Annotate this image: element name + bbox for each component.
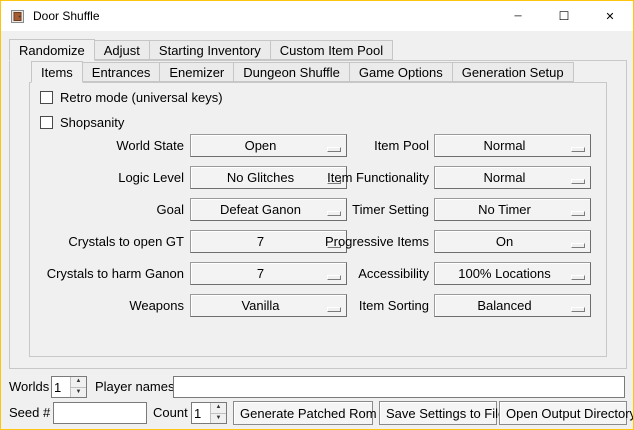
titlebar: Door Shuffle ─ ☐ ✕	[1, 1, 633, 31]
checkbox-label: Shopsanity	[60, 115, 124, 130]
dropdown-indicator	[571, 179, 585, 184]
item-pool-label: Item Pool	[312, 138, 429, 153]
main-tabbar: Randomize Adjust Starting Inventory Cust…	[9, 39, 392, 61]
timer-setting-label: Timer Setting	[312, 202, 429, 217]
tab-game-options[interactable]: Game Options	[349, 62, 453, 82]
dropdown-indicator	[571, 275, 585, 280]
spin-down-icon: ▼	[216, 415, 222, 421]
accessibility-dropdown[interactable]: 100% Locations	[434, 262, 591, 285]
tab-starting-inventory[interactable]: Starting Inventory	[149, 40, 271, 60]
tab-dungeon-shuffle[interactable]: Dungeon Shuffle	[233, 62, 350, 82]
item-functionality-dropdown[interactable]: Normal	[434, 166, 591, 189]
accessibility-label: Accessibility	[312, 266, 429, 281]
item-pool-dropdown[interactable]: Normal	[434, 134, 591, 157]
dropdown-indicator	[571, 243, 585, 248]
item-sorting-label: Item Sorting	[312, 298, 429, 313]
tab-adjust[interactable]: Adjust	[94, 40, 150, 60]
weapons-label: Weapons	[38, 298, 184, 313]
maximize-icon: ☐	[559, 9, 570, 23]
seed-input[interactable]	[53, 402, 147, 424]
worlds-input[interactable]	[52, 377, 70, 397]
spin-down-icon: ▼	[76, 389, 82, 395]
player-names-input[interactable]	[173, 376, 625, 398]
dropdown-value: On	[435, 231, 590, 252]
tab-enemizer[interactable]: Enemizer	[159, 62, 234, 82]
checkbox-box	[40, 91, 53, 104]
minimize-icon: ─	[514, 11, 521, 22]
close-icon: ✕	[605, 10, 614, 23]
spin-up-icon: ▲	[216, 404, 222, 410]
spin-up-icon: ▲	[76, 378, 82, 384]
close-button[interactable]: ✕	[587, 1, 633, 31]
worlds-label: Worlds	[9, 379, 49, 394]
logic-level-label: Logic Level	[38, 170, 184, 185]
worlds-spinbox: ▲ ▼	[51, 376, 87, 398]
dropdown-value: Normal	[435, 135, 590, 156]
dropdown-indicator	[571, 307, 585, 312]
worlds-spin-arrows: ▲ ▼	[70, 377, 86, 397]
sub-tabbar: Items Entrances Enemizer Dungeon Shuffle…	[31, 61, 573, 83]
tab-custom-item-pool[interactable]: Custom Item Pool	[270, 40, 393, 60]
dropdown-value: Balanced	[435, 295, 590, 316]
dropdown-value: 100% Locations	[435, 263, 590, 284]
spin-down-button[interactable]: ▼	[211, 414, 226, 424]
goal-label: Goal	[38, 202, 184, 217]
dropdown-indicator	[571, 211, 585, 216]
player-names-label: Player names	[95, 379, 174, 394]
window: Door Shuffle ─ ☐ ✕ Randomize Adjust Star…	[0, 0, 634, 430]
spin-up-button[interactable]: ▲	[71, 377, 86, 388]
items-page: Retro mode (universal keys) Shopsanity W…	[29, 82, 607, 357]
dropdown-value: Normal	[435, 167, 590, 188]
timer-setting-dropdown[interactable]: No Timer	[434, 198, 591, 221]
dropdown-indicator	[571, 147, 585, 152]
app-icon	[10, 9, 25, 24]
checkbox-label: Retro mode (universal keys)	[60, 90, 223, 105]
item-sorting-dropdown[interactable]: Balanced	[434, 294, 591, 317]
minimize-button[interactable]: ─	[495, 1, 541, 31]
tab-items[interactable]: Items	[31, 61, 83, 83]
maximize-button[interactable]: ☐	[541, 1, 587, 31]
shopsanity-checkbox[interactable]: Shopsanity	[40, 114, 124, 131]
count-input[interactable]	[192, 403, 210, 423]
tab-entrances[interactable]: Entrances	[82, 62, 161, 82]
seed-label: Seed #	[9, 405, 50, 420]
progressive-items-label: Progressive Items	[312, 234, 429, 249]
item-functionality-label: Item Functionality	[312, 170, 429, 185]
spin-up-button[interactable]: ▲	[211, 403, 226, 414]
window-title: Door Shuffle	[33, 9, 100, 23]
dropdown-value: No Timer	[435, 199, 590, 220]
retro-mode-checkbox[interactable]: Retro mode (universal keys)	[40, 89, 223, 106]
tab-randomize[interactable]: Randomize	[9, 39, 95, 61]
window-controls: ─ ☐ ✕	[495, 1, 633, 31]
world-state-label: World State	[38, 138, 184, 153]
crystals-ganon-label: Crystals to harm Ganon	[38, 266, 184, 281]
open-output-directory-button[interactable]: Open Output Directory	[499, 401, 627, 425]
count-spin-arrows: ▲ ▼	[210, 403, 226, 423]
checkbox-box	[40, 116, 53, 129]
count-label: Count	[153, 405, 188, 420]
save-settings-button[interactable]: Save Settings to File	[379, 401, 497, 425]
spin-down-button[interactable]: ▼	[71, 388, 86, 398]
crystals-gt-label: Crystals to open GT	[38, 234, 184, 249]
generate-patched-rom-button[interactable]: Generate Patched Rom	[233, 401, 373, 425]
progressive-items-dropdown[interactable]: On	[434, 230, 591, 253]
tab-generation-setup[interactable]: Generation Setup	[452, 62, 574, 82]
count-spinbox: ▲ ▼	[191, 402, 227, 424]
